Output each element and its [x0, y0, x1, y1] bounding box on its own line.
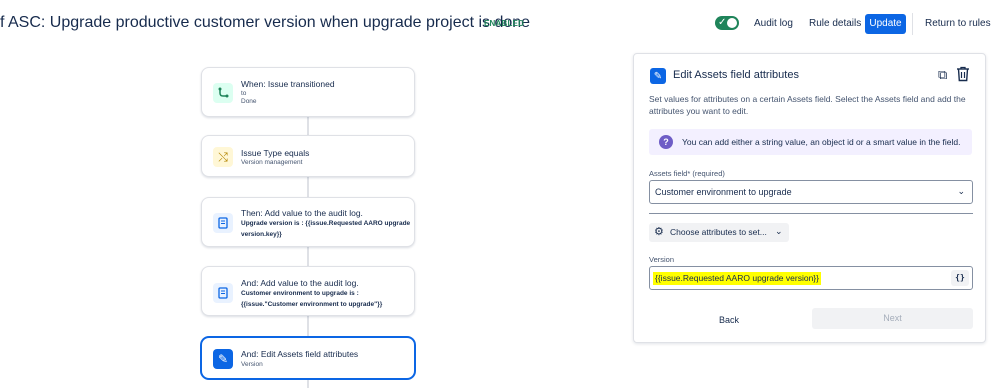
- node-subtitle: to: [241, 90, 247, 97]
- node-subtitle: Version: [241, 361, 263, 368]
- next-button[interactable]: Next: [812, 308, 973, 329]
- return-to-rules-button[interactable]: Return to rules: [919, 14, 997, 34]
- node-title: When: Issue transitioned: [241, 79, 335, 89]
- chevron-down-icon: ⌄: [957, 186, 965, 196]
- assets-field-value: Customer environment to upgrade: [655, 187, 792, 197]
- choose-attributes-button[interactable]: ⚙ Choose attributes to set... ⌄: [649, 223, 789, 242]
- node-title: And: Edit Assets field attributes: [241, 349, 359, 359]
- panel-title: Edit Assets field attributes: [673, 69, 799, 81]
- edit-assets-panel: ✎ Edit Assets field attributes ⧉ Set val…: [633, 53, 986, 343]
- node-subtitle: Version management: [241, 159, 303, 166]
- update-button[interactable]: Update: [865, 14, 906, 34]
- node-subtitle: Done: [241, 98, 257, 105]
- node-title: Then: Add value to the audit log.: [241, 208, 363, 218]
- version-input[interactable]: {{issue.Requested AARO upgrade version}}…: [649, 266, 973, 290]
- section-divider: [649, 213, 973, 214]
- pencil-icon: ✎: [650, 68, 666, 84]
- trigger-node[interactable]: When: Issue transitioned to Done: [201, 67, 415, 117]
- rule-title: f ASC: Upgrade productive customer versi…: [0, 14, 531, 31]
- gear-icon: ⚙: [654, 226, 664, 238]
- document-icon: [213, 283, 233, 303]
- choose-attributes-label: Choose attributes to set...: [670, 227, 767, 237]
- action-node[interactable]: Then: Add value to the audit log. Upgrad…: [201, 197, 415, 247]
- trash-icon[interactable]: [956, 66, 970, 82]
- document-icon: [213, 213, 233, 233]
- node-title: Issue Type equals: [241, 148, 310, 158]
- status-badge: ENABLED: [484, 19, 525, 28]
- check-icon: ✓: [718, 17, 727, 28]
- audit-log-button[interactable]: Audit log: [748, 14, 799, 34]
- chevron-down-icon: ⌄: [775, 226, 783, 236]
- version-value: {{issue.Requested AARO upgrade version}}: [653, 272, 821, 285]
- action-node[interactable]: And: Add value to the audit log. Custome…: [201, 266, 415, 316]
- back-button[interactable]: Back: [704, 310, 754, 330]
- header-divider: [912, 13, 913, 35]
- assets-field-label: Assets field* (required): [649, 169, 725, 178]
- info-banner: ? You can add either a string value, an …: [649, 129, 972, 155]
- pencil-icon: ✎: [213, 349, 233, 369]
- copy-icon[interactable]: ⧉: [938, 67, 947, 83]
- info-text: You can add either a string value, an ob…: [682, 137, 961, 147]
- shuffle-icon: ⤭: [213, 147, 233, 167]
- panel-description: Set values for attributes on a certain A…: [649, 94, 966, 116]
- question-icon: ?: [659, 135, 673, 149]
- rule-details-button[interactable]: Rule details: [803, 14, 867, 34]
- smart-value-button[interactable]: {}: [951, 270, 969, 286]
- assets-field-select[interactable]: Customer environment to upgrade ⌄: [649, 180, 973, 204]
- node-title: And: Add value to the audit log.: [241, 278, 359, 288]
- rule-header: f ASC: Upgrade productive customer versi…: [0, 0, 999, 48]
- condition-node[interactable]: ⤭ Issue Type equals Version management: [201, 135, 415, 177]
- node-detail: Upgrade version is : {{issue.Requested A…: [241, 220, 411, 238]
- transition-icon: [213, 83, 233, 103]
- enable-toggle[interactable]: ✓: [715, 16, 739, 30]
- edit-assets-node[interactable]: ✎ And: Edit Assets field attributes Vers…: [201, 337, 415, 379]
- node-detail: Customer environment to upgrade is : {{i…: [241, 290, 383, 308]
- toggle-knob: [727, 18, 737, 28]
- version-label: Version: [649, 255, 675, 264]
